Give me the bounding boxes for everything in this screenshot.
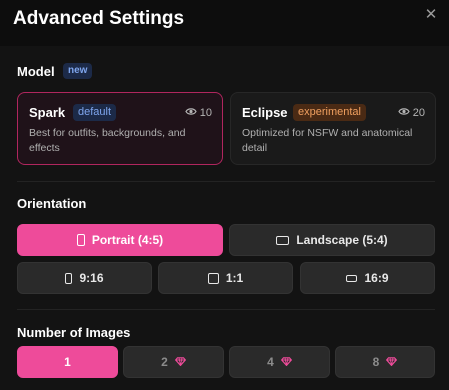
- model-label: Model: [17, 64, 55, 79]
- orientation-portrait-button[interactable]: Portrait (4:5): [17, 224, 223, 256]
- orientation-option-label: 16:9: [364, 271, 389, 285]
- orientation-9-16-button[interactable]: 9:16: [17, 262, 152, 294]
- tall-rect-icon: [65, 272, 73, 284]
- orientation-option-label: 1:1: [225, 271, 244, 285]
- model-card-spark[interactable]: Spark default 10 Best for outfits, backg…: [17, 92, 223, 165]
- model-card-name: Spark: [29, 105, 66, 120]
- model-card-description: Best for outfits, backgrounds, and effec…: [29, 127, 186, 154]
- orientation-label: Orientation: [17, 196, 87, 211]
- gem-icon: [386, 355, 398, 369]
- gem-icon: [174, 355, 186, 369]
- images-count-2-button[interactable]: 2: [123, 346, 224, 378]
- eye-icon: [185, 106, 197, 120]
- images-count-8-button[interactable]: 8: [335, 346, 435, 378]
- close-icon[interactable]: ✕: [421, 6, 441, 26]
- portrait-icon: [76, 234, 85, 246]
- images-count-1-button[interactable]: 1: [17, 346, 118, 378]
- eye-icon: [398, 106, 410, 120]
- new-badge: new: [63, 63, 93, 79]
- images-count-label: 4: [267, 355, 274, 369]
- orientation-option-label: 9:16: [79, 271, 104, 285]
- number-of-images-label: Number of Images: [17, 325, 131, 340]
- images-count-label: 1: [64, 355, 71, 369]
- landscape-icon: [276, 235, 290, 245]
- orientation-1-1-button[interactable]: 1:1: [158, 262, 293, 294]
- orientation-option-label: Portrait (4:5): [91, 233, 164, 247]
- dialog-header: Advanced Settings ✕: [0, 0, 449, 46]
- dialog-title: Advanced Settings: [13, 8, 185, 29]
- divider: [17, 309, 435, 310]
- orientation-landscape-button[interactable]: Landscape (5:4): [229, 224, 435, 256]
- model-card-tag: default: [73, 104, 117, 121]
- model-card-eclipse[interactable]: Eclipse experimental 20 Optimized for NS…: [230, 92, 436, 165]
- model-card-cost: 20: [398, 106, 425, 120]
- gem-icon: [280, 355, 292, 369]
- model-card-cost: 10: [185, 106, 212, 120]
- orientation-option-label: Landscape (5:4): [296, 233, 388, 247]
- images-count-label: 8: [372, 355, 380, 369]
- model-card-description: Optimized for NSFW and anatomical detail: [242, 127, 413, 154]
- wide-rect-icon: [346, 274, 358, 282]
- model-card-cost-value: 10: [199, 107, 212, 119]
- images-count-label: 2: [161, 355, 168, 369]
- divider: [17, 181, 435, 182]
- model-card-tag: experimental: [293, 104, 366, 121]
- square-icon: [207, 272, 219, 284]
- orientation-16-9-button[interactable]: 16:9: [300, 262, 435, 294]
- images-count-4-button[interactable]: 4: [229, 346, 330, 378]
- advanced-settings-dialog: Advanced Settings ✕ Model new Spark defa…: [0, 0, 449, 390]
- model-card-cost-value: 20: [412, 107, 425, 119]
- model-card-name: Eclipse: [242, 105, 288, 120]
